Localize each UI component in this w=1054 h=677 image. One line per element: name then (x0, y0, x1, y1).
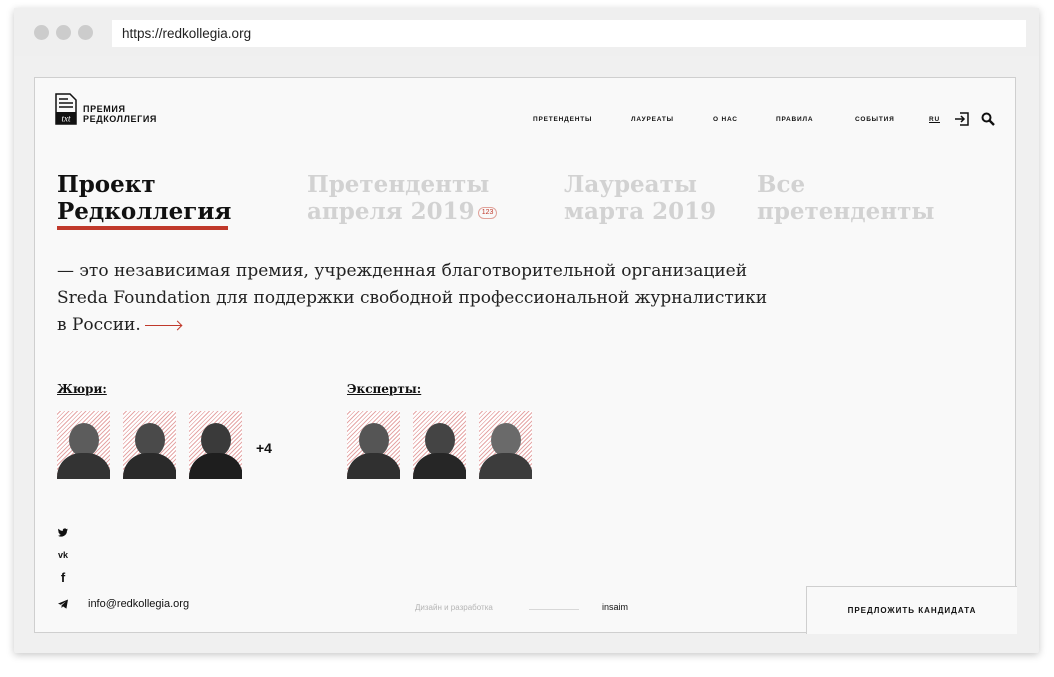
intro-line-2: Sreda Foundation для поддержки свободной… (57, 288, 768, 308)
tab-laureaty-marta[interactable]: Лауреаты марта 2019 (564, 171, 716, 225)
tab-vse-pretendenty[interactable]: Все претенденты (757, 171, 934, 225)
photo-head (359, 423, 389, 457)
expert-photo[interactable] (347, 411, 400, 479)
tab-line-2: апреля 2019 123 (307, 198, 498, 225)
photo-head (491, 423, 521, 457)
expert-photo[interactable] (413, 411, 466, 479)
design-credit-label: Дизайн и разработка (415, 603, 493, 612)
intro-line-3-text: в России. (57, 315, 141, 335)
url-bar[interactable]: https://redkollegia.org (112, 20, 1026, 47)
photo-head (69, 423, 99, 457)
design-credit-link[interactable]: insaim (602, 602, 628, 612)
intro-line-3: в России. (57, 312, 777, 339)
expert-photo[interactable] (479, 411, 532, 479)
tab-line-2: претенденты (757, 198, 935, 225)
jury-photo[interactable] (57, 411, 110, 479)
window-zoom-dot[interactable] (78, 25, 93, 40)
logo-line-2: РЕДКОЛЛЕГИЯ (83, 113, 157, 124)
photo-body (57, 453, 110, 479)
jury-label[interactable]: Жюри: (57, 382, 107, 396)
language-switch[interactable]: RU (929, 116, 940, 123)
logo-text[interactable]: ПРЕМИЯ РЕДКОЛЛЕГИЯ (83, 104, 157, 124)
active-tab-underline (57, 226, 228, 230)
contact-email-link[interactable]: info@redkollegia.org (88, 598, 189, 610)
nav-item-laureaty[interactable]: ЛАУРЕАТЫ (631, 116, 674, 123)
window-close-dot[interactable] (34, 25, 49, 40)
jury-photo[interactable] (123, 411, 176, 479)
photo-head (135, 423, 165, 457)
search-icon[interactable] (981, 112, 995, 126)
tab-line-1: Все (757, 171, 806, 198)
photo-head (425, 423, 455, 457)
intro-line-1: — это независимая премия, учрежденная бл… (57, 261, 748, 281)
login-icon[interactable] (954, 111, 970, 127)
tab-pretendenty-aprelya[interactable]: Претенденты апреля 2019 123 (307, 171, 498, 225)
web-page: txt ПРЕМИЯ РЕДКОЛЛЕГИЯ ПРЕТЕНДЕНТЫ ЛАУРЕ… (34, 77, 1017, 634)
intro-text: — это независимая премия, учрежденная бл… (57, 258, 777, 339)
twitter-icon[interactable] (57, 527, 69, 539)
tab-line-2: марта 2019 (564, 198, 717, 225)
photo-body (413, 453, 466, 479)
logo-icon[interactable]: txt (55, 93, 79, 125)
tab-line-2-text: апреля 2019 (307, 198, 475, 225)
design-credit-divider (529, 609, 579, 610)
photo-body (123, 453, 176, 479)
tab-line-2: Редколлегия (57, 198, 232, 225)
nav-item-pravila[interactable]: ПРАВИЛА (776, 116, 813, 123)
logo-mark-text: txt (62, 114, 71, 124)
tab-line-1: Проект (57, 171, 156, 198)
experts-label[interactable]: Эксперты: (347, 382, 421, 396)
tab-line-1: Лауреаты (564, 171, 697, 198)
arrow-right-icon[interactable] (144, 325, 181, 326)
nav-item-o-nas[interactable]: О НАС (713, 116, 738, 123)
browser-chrome: https://redkollegia.org (14, 8, 1039, 56)
photo-head (201, 423, 231, 457)
vk-icon[interactable]: vk (57, 549, 69, 561)
count-badge: 123 (477, 207, 498, 219)
tab-proekt-redkollegiya[interactable]: Проект Редколлегия (57, 171, 231, 225)
photo-body (479, 453, 532, 479)
nav-item-pretendenty[interactable]: ПРЕТЕНДЕНТЫ (533, 116, 592, 123)
photo-body (347, 453, 400, 479)
nav-item-sobytiya[interactable]: СОБЫТИЯ (855, 116, 895, 123)
tab-line-1: Претенденты (307, 171, 490, 198)
facebook-icon[interactable]: f (57, 571, 69, 584)
telegram-icon[interactable] (57, 598, 69, 610)
propose-candidate-button[interactable]: ПРЕДЛОЖИТЬ КАНДИДАТА (806, 586, 1017, 634)
jury-more-count[interactable]: +4 (256, 440, 272, 456)
jury-photo[interactable] (189, 411, 242, 479)
photo-body (189, 453, 242, 479)
window-minimize-dot[interactable] (56, 25, 71, 40)
